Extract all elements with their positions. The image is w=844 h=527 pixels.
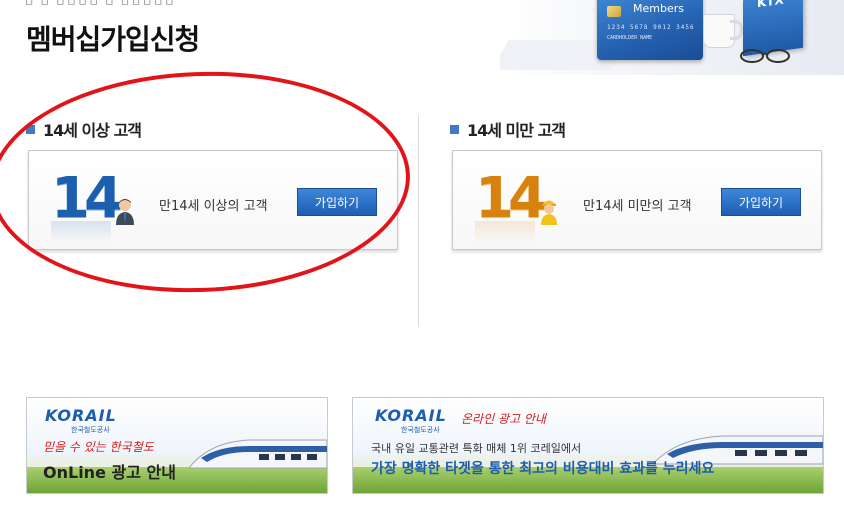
over14-join-button[interactable]: 가입하기 — [297, 188, 377, 216]
right-banner-description: 국내 유일 교통관련 특화 매체 1위 코레일에서 — [371, 442, 582, 455]
under14-heading: 14세 미만 고객 — [450, 117, 566, 141]
right-banner-slogan: 온라인 광고 안내 — [461, 412, 546, 426]
header-decoration-image: Members 1234 5678 9012 3456 CARDHOLDER N… — [500, 0, 844, 75]
number-reflection — [475, 221, 535, 243]
square-bullet-icon — [26, 124, 35, 134]
korail-logo: KORAIL — [375, 406, 447, 425]
under14-heading-text: 14세 미만 고객 — [467, 121, 566, 140]
adult-person-icon — [116, 199, 134, 225]
over14-label: 만14세 이상의 고객 — [159, 199, 268, 214]
card-chip-icon — [607, 6, 621, 17]
child-person-icon — [541, 200, 557, 225]
number-reflection — [51, 221, 111, 243]
online-ad-banner-left[interactable]: KORAIL 한국철도공사 믿을 수 있는 한국철도 OnLine 광고 안내 — [26, 397, 328, 494]
card-brand-text: Members — [633, 2, 684, 15]
top-text-remnant: ㅁ ㅁ ㅁㅁㅁㅁ ㅁ ㅁㅁㅁㅁㅁ — [24, 0, 176, 9]
left-banner-slogan: 믿을 수 있는 한국철도 — [43, 440, 154, 454]
over14-join-box: 14 만14세 이상의 고객 가입하기 — [28, 150, 398, 250]
card-number-text: 1234 5678 9012 3456 — [607, 24, 695, 31]
under14-join-box: 14 만14세 미만의 고객 가입하기 — [452, 150, 822, 250]
section-divider — [418, 115, 419, 327]
over14-heading-text: 14세 이상 고객 — [43, 121, 142, 140]
mug-handle-graphic — [730, 20, 743, 40]
membership-card-graphic: Members 1234 5678 9012 3456 CARDHOLDER N… — [597, 0, 703, 60]
korail-logo-subtext: 한국철도공사 — [71, 426, 110, 434]
under14-join-button[interactable]: 가입하기 — [721, 188, 801, 216]
right-banner-main-text: 가장 명확한 타겟을 통한 최고의 비용대비 효과를 누리세요 — [371, 461, 715, 477]
square-bullet-icon — [450, 124, 459, 134]
left-banner-title: OnLine 광고 안내 — [43, 463, 176, 482]
book-label: KTX — [757, 0, 784, 11]
train-image — [189, 439, 327, 469]
under14-number-graphic: 14 — [475, 166, 547, 231]
korail-logo-subtext: 한국철도공사 — [401, 426, 440, 434]
glasses-icon — [740, 49, 790, 63]
over14-heading: 14세 이상 고객 — [26, 117, 142, 141]
korail-logo: KORAIL — [45, 406, 117, 425]
page-title: 멤버십가입신청 — [26, 23, 200, 56]
under14-label: 만14세 미만의 고객 — [583, 199, 692, 214]
over14-number-graphic: 14 — [51, 166, 123, 231]
card-name-text: CARDHOLDER NAME — [607, 35, 653, 41]
online-ad-banner-right[interactable]: KORAIL 한국철도공사 온라인 광고 안내 국내 유일 교통관련 특화 매체… — [352, 397, 824, 494]
